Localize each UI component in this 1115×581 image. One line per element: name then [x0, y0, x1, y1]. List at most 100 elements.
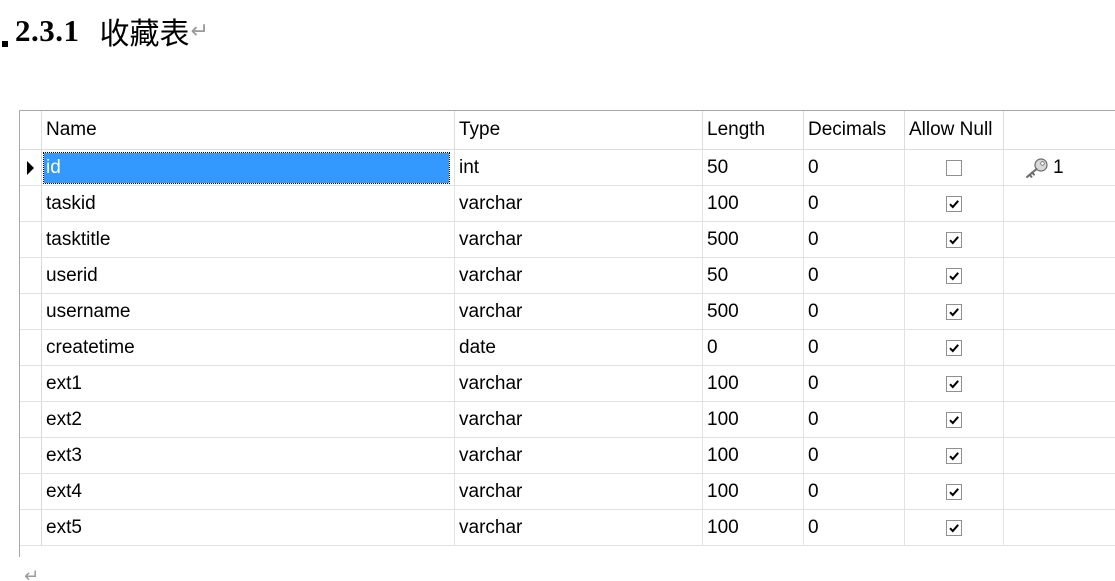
field-length-cell[interactable]: 50 [703, 258, 804, 294]
field-name-cell[interactable]: ext3 [42, 438, 455, 474]
field-name-text[interactable]: createtime [46, 337, 135, 359]
table-row[interactable]: ext4 varchar 100 0 [20, 474, 1115, 510]
field-name-cell[interactable]: tasktitle [42, 222, 455, 258]
row-indicator-cell[interactable] [20, 366, 42, 402]
field-decimals-cell[interactable]: 0 [804, 294, 905, 330]
field-name-cell[interactable]: id [42, 150, 455, 186]
field-decimals-cell[interactable]: 0 [804, 402, 905, 438]
field-name-cell[interactable]: createtime [42, 330, 455, 366]
primary-key-cell [1004, 510, 1115, 546]
column-header-allow-null[interactable]: Allow Null [905, 111, 1004, 150]
table-row[interactable]: createtime date 0 0 [20, 330, 1115, 366]
field-decimals-cell[interactable]: 0 [804, 510, 905, 546]
field-type-cell[interactable]: varchar [455, 186, 703, 222]
field-name-text[interactable]: userid [46, 265, 98, 287]
column-header-decimals[interactable]: Decimals [804, 111, 905, 150]
field-name-cell[interactable]: ext4 [42, 474, 455, 510]
row-indicator-cell[interactable] [20, 474, 42, 510]
field-decimals-cell[interactable]: 0 [804, 258, 905, 294]
field-type-cell[interactable]: varchar [455, 258, 703, 294]
table-row[interactable]: userid varchar 50 0 [20, 258, 1115, 294]
field-name-text[interactable]: ext5 [46, 517, 82, 539]
table-row[interactable]: taskid varchar 100 0 [20, 186, 1115, 222]
field-length-cell[interactable]: 50 [703, 150, 804, 186]
allow-null-cell [905, 366, 1004, 402]
field-name-text[interactable]: ext2 [46, 409, 82, 431]
field-type-cell[interactable]: varchar [455, 366, 703, 402]
column-header-type[interactable]: Type [455, 111, 703, 150]
primary-key-cell [1004, 402, 1115, 438]
row-indicator-cell[interactable] [20, 438, 42, 474]
row-indicator-cell[interactable] [20, 186, 42, 222]
field-type-cell[interactable]: varchar [455, 438, 703, 474]
allow-null-checkbox[interactable] [946, 447, 962, 464]
field-type-cell[interactable]: varchar [455, 402, 703, 438]
field-length-cell[interactable]: 100 [703, 510, 804, 546]
field-decimals-cell[interactable]: 0 [804, 150, 905, 186]
field-length-cell[interactable]: 100 [703, 402, 804, 438]
row-indicator-cell[interactable] [20, 510, 42, 546]
paragraph-mark-icon: ↵ [190, 18, 209, 43]
heading-number: 2.3.1 [15, 13, 80, 48]
allow-null-checkbox[interactable] [946, 231, 962, 248]
table-row[interactable]: ext5 varchar 100 0 [20, 510, 1115, 546]
table-row[interactable]: ext2 varchar 100 0 [20, 402, 1115, 438]
row-indicator-cell[interactable] [20, 294, 42, 330]
field-name-text[interactable]: username [46, 301, 131, 323]
field-length-cell[interactable]: 100 [703, 438, 804, 474]
field-name-cell[interactable]: ext5 [42, 510, 455, 546]
row-indicator-cell[interactable] [20, 330, 42, 366]
field-type-cell[interactable]: varchar [455, 510, 703, 546]
field-length-cell[interactable]: 0 [703, 330, 804, 366]
column-header-name[interactable]: Name [42, 111, 455, 150]
allow-null-checkbox[interactable] [946, 159, 962, 176]
field-type-cell[interactable]: varchar [455, 222, 703, 258]
allow-null-checkbox[interactable] [946, 519, 962, 536]
table-row[interactable]: ext1 varchar 100 0 [20, 366, 1115, 402]
field-decimals-cell[interactable]: 0 [804, 186, 905, 222]
allow-null-checkbox[interactable] [946, 411, 962, 428]
field-length-cell[interactable]: 500 [703, 294, 804, 330]
field-type-cell[interactable]: date [455, 330, 703, 366]
table-row[interactable]: id int 50 0 1 [20, 150, 1115, 186]
field-type-cell[interactable]: varchar [455, 294, 703, 330]
field-name-cell[interactable]: ext2 [42, 402, 455, 438]
field-length-cell[interactable]: 100 [703, 366, 804, 402]
table-row[interactable]: ext3 varchar 100 0 [20, 438, 1115, 474]
field-name-text[interactable]: id [43, 151, 450, 184]
field-name-cell[interactable]: userid [42, 258, 455, 294]
allow-null-checkbox[interactable] [946, 267, 962, 284]
field-decimals-cell[interactable]: 0 [804, 330, 905, 366]
row-indicator-cell[interactable] [20, 402, 42, 438]
row-indicator-cell[interactable] [20, 150, 42, 186]
field-length-cell[interactable]: 100 [703, 186, 804, 222]
table-row[interactable]: tasktitle varchar 500 0 [20, 222, 1115, 258]
allow-null-checkbox[interactable] [946, 375, 962, 392]
field-name-text[interactable]: tasktitle [46, 229, 110, 251]
field-name-cell[interactable]: taskid [42, 186, 455, 222]
field-length-cell[interactable]: 100 [703, 474, 804, 510]
field-name-text[interactable]: ext3 [46, 445, 82, 467]
field-type-cell[interactable]: int [455, 150, 703, 186]
field-name-text[interactable]: taskid [46, 193, 96, 215]
key-order-label: 1 [1053, 156, 1064, 178]
allow-null-checkbox[interactable] [946, 339, 962, 356]
allow-null-checkbox[interactable] [946, 303, 962, 320]
field-length-cell[interactable]: 500 [703, 222, 804, 258]
field-decimals-cell[interactable]: 0 [804, 474, 905, 510]
table-row[interactable]: username varchar 500 0 [20, 294, 1115, 330]
field-decimals-cell[interactable]: 0 [804, 222, 905, 258]
field-name-cell[interactable]: ext1 [42, 366, 455, 402]
row-indicator-cell[interactable] [20, 258, 42, 294]
field-decimals-cell[interactable]: 0 [804, 438, 905, 474]
field-name-text[interactable]: ext4 [46, 481, 82, 503]
field-decimals-cell[interactable]: 0 [804, 366, 905, 402]
allow-null-checkbox[interactable] [946, 483, 962, 500]
allow-null-cell [905, 402, 1004, 438]
field-name-text[interactable]: ext1 [46, 373, 82, 395]
allow-null-checkbox[interactable] [946, 195, 962, 212]
row-indicator-cell[interactable] [20, 222, 42, 258]
field-type-cell[interactable]: varchar [455, 474, 703, 510]
column-header-length[interactable]: Length [703, 111, 804, 150]
field-name-cell[interactable]: username [42, 294, 455, 330]
